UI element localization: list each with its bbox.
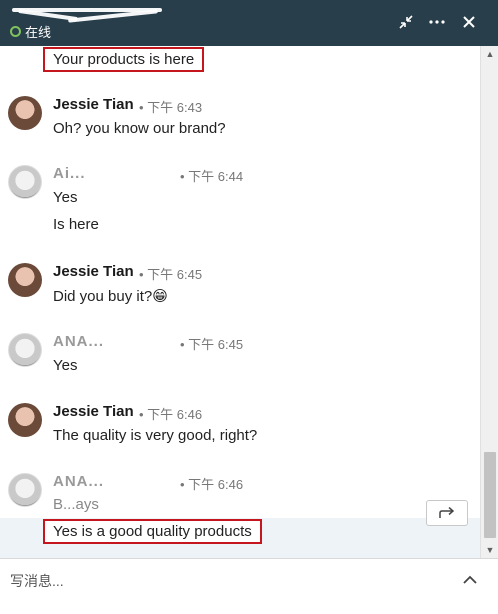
message-text: Yes — [53, 357, 78, 374]
scroll-thumb[interactable] — [484, 452, 496, 538]
timestamp: • 下午 6:46 — [139, 407, 203, 422]
avatar[interactable] — [8, 333, 42, 367]
avatar[interactable] — [8, 263, 42, 297]
sender-name[interactable]: Jessie Tian — [53, 263, 134, 280]
sender-name-redacted[interactable]: ANA... — [53, 333, 104, 350]
timestamp: • 下午 6:45 — [180, 337, 244, 352]
timestamp: • 下午 6:45 — [139, 267, 203, 282]
online-status-label: 在线 — [25, 25, 52, 40]
close-button[interactable] — [458, 11, 480, 33]
avatar[interactable] — [8, 96, 42, 130]
scroll-down-arrow-icon[interactable]: ▼ — [481, 542, 498, 558]
avatar[interactable] — [8, 165, 42, 199]
message-composer: 写消息... — [0, 558, 498, 614]
message-input[interactable]: 写消息... — [10, 571, 450, 593]
forward-button[interactable] — [426, 500, 468, 526]
highlighted-message: Yes is a good quality products — [43, 519, 262, 544]
sender-name[interactable]: Jessie Tian — [53, 403, 134, 420]
message-list[interactable]: Your products is here Jessie Tian • 下午 6… — [0, 46, 480, 558]
message-text: Oh? you know our brand? — [53, 120, 226, 137]
close-icon — [463, 16, 475, 28]
forward-icon — [439, 507, 455, 518]
timestamp: • 下午 6:44 — [180, 169, 244, 184]
vertical-scrollbar[interactable]: ▲ ▼ — [480, 46, 498, 558]
sender-name-redacted[interactable]: Ai... — [53, 165, 86, 182]
highlighted-message: Your products is here — [43, 47, 205, 72]
sender-name[interactable]: Jessie Tian — [53, 96, 134, 113]
message-text-partial: B...ays — [53, 496, 99, 513]
chevron-up-icon — [463, 575, 477, 584]
message-text: Yes — [53, 189, 78, 206]
avatar[interactable] — [8, 473, 42, 507]
avatar[interactable] — [8, 403, 42, 437]
expand-composer-button[interactable] — [460, 569, 480, 589]
chat-header: 在线 — [0, 0, 498, 46]
more-options-button[interactable] — [426, 11, 448, 33]
message-text: Did you buy it?😁 — [53, 288, 168, 305]
more-icon — [429, 20, 445, 24]
message-text: The quality is very good, right? — [53, 427, 258, 444]
sender-name-redacted[interactable]: ANA... — [53, 473, 104, 490]
scroll-up-arrow-icon[interactable]: ▲ — [481, 46, 498, 62]
collapse-button[interactable] — [395, 11, 417, 33]
conversation-title-redacted — [8, 6, 168, 23]
online-status-icon — [10, 26, 21, 37]
collapse-icon — [399, 15, 413, 29]
timestamp: • 下午 6:43 — [139, 100, 203, 115]
message-text: Is here — [53, 216, 99, 233]
timestamp: • 下午 6:46 — [180, 477, 244, 492]
